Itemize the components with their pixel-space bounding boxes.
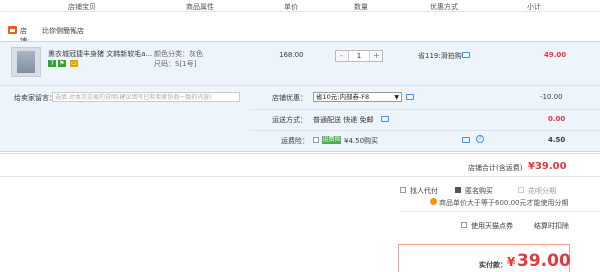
item-thumbnail[interactable] — [11, 47, 41, 77]
tmall-points-label: 使用天猫点券 — [471, 222, 513, 230]
item-title-link[interactable]: 熏衣城冠捷丰身猪 文韩新软毛a... — [48, 49, 152, 59]
installment-note: 商品单价大于等于600.00元才能使用分期 — [439, 199, 569, 207]
quantity-increase-button[interactable]: + — [371, 51, 382, 61]
quantity-decrease-button[interactable]: - — [336, 51, 347, 61]
payment-box: 实付款： ¥ 39.00 — [398, 244, 571, 272]
anonymous-label: 匿名购买 — [465, 187, 493, 195]
insurance-chat-icon[interactable] — [462, 137, 470, 143]
warning-icon — [430, 198, 437, 205]
insurance-label: 运费险： — [281, 137, 309, 145]
payment-label: 实付款： — [479, 261, 507, 269]
proxy-pay-label: 找人代付 — [410, 187, 438, 195]
shipping-value: 0.00 — [548, 115, 566, 123]
divider — [250, 130, 600, 131]
seven-day-return-icon: 7 — [48, 60, 56, 67]
item-unit-price: 168.00 — [279, 51, 304, 59]
header-price: 单价 — [284, 3, 298, 11]
divider — [250, 109, 600, 110]
header-discount: 优惠方式 — [430, 3, 458, 11]
guarantee-icon: ⚑ — [58, 60, 66, 67]
installment-checkbox[interactable] — [518, 187, 524, 193]
divider — [400, 211, 600, 212]
divider — [0, 176, 600, 177]
item-discount: 省119:滑拍购 — [418, 52, 462, 60]
shipping-label: 运送方式： — [272, 116, 307, 124]
shop-icon — [8, 26, 17, 34]
seller-note-input[interactable]: 选填:对本次交易的说明(建议填写已和卖家协商一致的内容) — [52, 92, 240, 102]
promo-info-icon[interactable] — [406, 94, 414, 100]
points-note: 结算时扣除 — [534, 222, 569, 230]
insurance-value: 4.50 — [548, 136, 566, 144]
note-label: 给卖家留言： — [14, 94, 56, 102]
tmall-points-checkbox[interactable] — [461, 222, 467, 228]
header-attributes: 商品属性 — [186, 3, 214, 11]
shop-total-value: ¥39.00 — [528, 161, 567, 172]
shipping-method: 普通配送 快递 免邮 — [313, 116, 374, 124]
promo-select[interactable]: 省10元:内部券-F8 ▼ — [313, 92, 402, 102]
discount-info-icon[interactable] — [462, 52, 470, 58]
installment-label: 花呗分期 — [528, 187, 556, 195]
item-color-attr: 颜色分类：灰色 — [154, 50, 203, 58]
divider — [0, 153, 600, 154]
divider — [0, 85, 600, 86]
shipping-info-icon[interactable] — [381, 116, 389, 122]
payment-amount: 39.00 — [517, 251, 571, 271]
promo-label: 店铺优惠： — [272, 94, 307, 102]
header-shop-item: 店铺宝贝 — [68, 3, 96, 11]
payment-currency: ¥ — [507, 255, 516, 269]
insurance-text: ¥4.50购买 — [344, 137, 379, 145]
insurance-checkbox[interactable] — [313, 137, 319, 143]
quantity-input[interactable]: 1 — [348, 51, 370, 61]
header-subtotal: 小计 — [527, 3, 541, 11]
proxy-pay-checkbox[interactable] — [400, 187, 406, 193]
shop-total-label: 店铺合计(含运费) — [468, 164, 523, 172]
insurance-badge: 运费险 — [322, 136, 341, 144]
quantity-stepper: - 1 + — [335, 50, 383, 62]
anonymous-checkbox[interactable] — [455, 187, 461, 193]
cart-header: 店铺宝贝 商品属性 单价 数量 优惠方式 小计 — [0, 0, 600, 12]
card-icon: ▭ — [70, 60, 78, 67]
chevron-down-icon: ▼ — [394, 94, 399, 101]
item-subtotal: 49.00 — [544, 51, 567, 59]
promo-selected: 省10元:内部券-F8 — [316, 93, 370, 101]
item-size-attr: 尺码：S[1号] — [154, 60, 197, 68]
header-quantity: 数量 — [354, 3, 368, 11]
shop-name-link[interactable]: 比你侧簡俬店 — [42, 26, 84, 36]
help-icon[interactable]: ? — [476, 135, 484, 143]
promo-value: -10.00 — [540, 93, 563, 101]
